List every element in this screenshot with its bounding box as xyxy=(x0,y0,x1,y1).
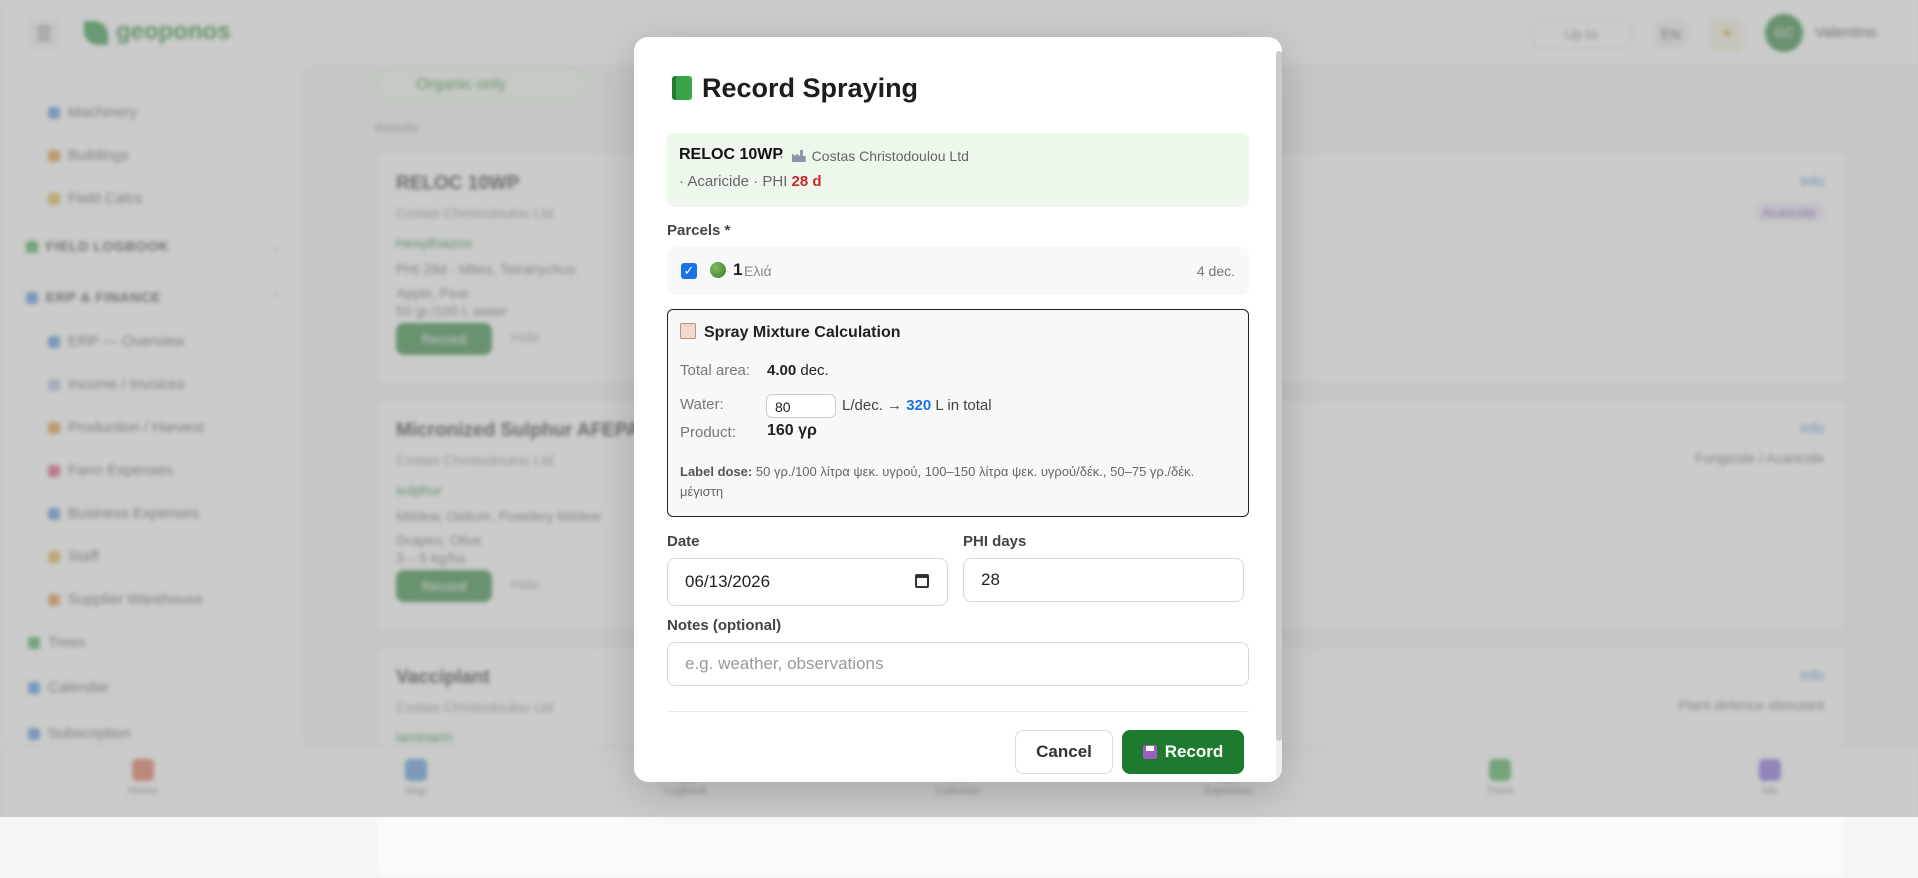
total-area-value: 4.00 dec. xyxy=(767,362,829,379)
product-company-line: · Costas Christodoulou Ltd xyxy=(779,148,969,164)
label-dose: Label dose: 50 γρ./100 λίτρα ψεκ. υγρού,… xyxy=(680,464,1195,499)
parcel-area: 4 dec. xyxy=(1196,263,1235,279)
factory-icon xyxy=(791,150,806,162)
spray-mixture-calculation: Spray Mixture Calculation Total area: 4.… xyxy=(667,309,1249,517)
divider xyxy=(667,711,1249,712)
product-company: Costas Christodoulou Ltd xyxy=(811,148,969,164)
product-summary: RELOC 10WP · Costas Christodoulou Ltd · A… xyxy=(667,133,1249,207)
phi-value: 28 d xyxy=(791,173,822,190)
parcel-number: 1 xyxy=(733,260,743,279)
green-book-icon xyxy=(672,76,692,100)
modal-scrollbar-thumb[interactable] xyxy=(1276,51,1282,741)
phi-days-label: PHI days xyxy=(963,533,1027,550)
product-amount: 160 γρ xyxy=(767,422,817,439)
date-input[interactable]: 06/13/2026 xyxy=(667,558,948,606)
product-name: RELOC 10WP xyxy=(679,146,784,163)
calc-title: Spray Mixture Calculation xyxy=(680,323,901,342)
date-label: Date xyxy=(667,533,700,550)
water-input[interactable]: 80 xyxy=(766,394,836,418)
notes-label: Notes (optional) xyxy=(667,617,782,634)
water-total: L/dec. → 320 L in total xyxy=(842,397,992,414)
cancel-button[interactable]: Cancel xyxy=(1015,730,1113,774)
parcels-label: Parcels * xyxy=(667,222,731,239)
parcel-crop: Ελιά xyxy=(744,263,772,279)
water-label: Water: xyxy=(680,396,724,413)
total-area-label: Total area: xyxy=(680,362,751,379)
calendar-icon[interactable] xyxy=(915,574,929,588)
notes-input[interactable]: e.g. weather, observations xyxy=(667,642,1249,686)
record-button[interactable]: Record xyxy=(1122,730,1244,774)
olive-icon xyxy=(710,262,726,278)
product-type-line: · Acaricide · PHI 28 d xyxy=(679,173,822,190)
product-label: Product: xyxy=(680,424,736,441)
phi-days-input[interactable]: 28 xyxy=(963,558,1244,602)
modal-title: Record Spraying xyxy=(672,73,918,104)
abacus-icon xyxy=(680,323,696,339)
record-spraying-modal: Record Spraying RELOC 10WP · Costas Chris… xyxy=(634,37,1282,782)
parcel-checkbox[interactable]: ✓ xyxy=(681,263,697,279)
parcel-row[interactable]: ✓ 1 Ελιά 4 dec. xyxy=(667,247,1249,295)
floppy-disk-icon xyxy=(1142,745,1157,759)
